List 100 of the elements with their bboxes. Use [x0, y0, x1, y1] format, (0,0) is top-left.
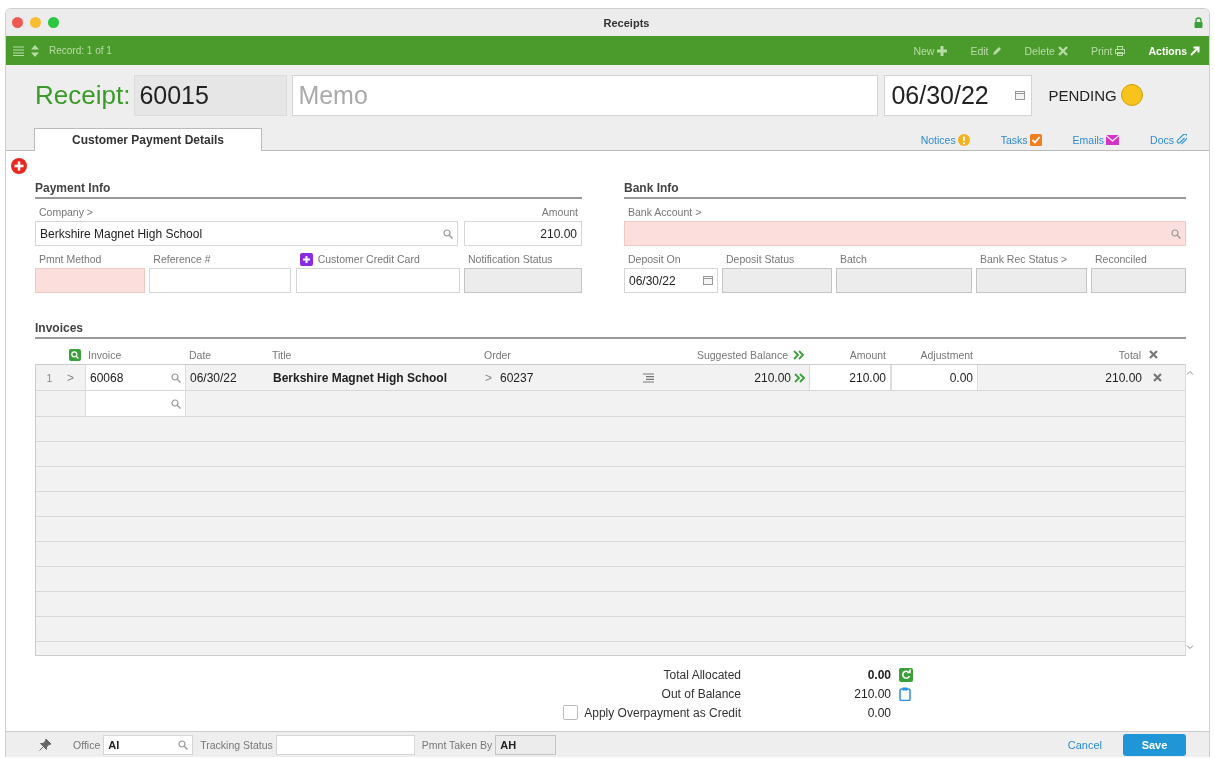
field-label: Amount: [541, 206, 578, 218]
input-field[interactable]: [1091, 268, 1186, 293]
save-button[interactable]: Save: [1123, 733, 1186, 756]
expand-arrow[interactable]: >: [63, 365, 85, 390]
total-label: Apply Overpayment as Credit: [584, 705, 741, 720]
input-field[interactable]: 210.00: [464, 221, 582, 246]
arrow-icon: [1190, 45, 1200, 56]
toolbar-button[interactable]: Actions: [1145, 44, 1203, 57]
window-title: Receipts: [602, 16, 651, 29]
pencil-icon: [991, 45, 1002, 56]
lookup-field[interactable]: [624, 221, 1186, 246]
record-counter: Record: 1 of 1: [49, 45, 112, 56]
row-number: 1: [45, 370, 54, 386]
lookup-field[interactable]: Berkshire Magnet High School: [35, 221, 458, 246]
link[interactable]: Notices: [920, 130, 970, 150]
calendar-icon: [1015, 90, 1026, 100]
pin-icon: [39, 738, 51, 751]
status-indicator: [1120, 84, 1143, 106]
checkbox-icon: [1029, 134, 1042, 146]
field-label: Company >: [39, 206, 93, 218]
add-icon: [11, 158, 27, 174]
total-label: Total Allocated: [663, 667, 741, 682]
input-field[interactable]: [722, 268, 832, 293]
close-icon: [1149, 350, 1158, 359]
input-field[interactable]: [464, 268, 582, 293]
field-label: Batch: [840, 253, 867, 265]
column-header: Suggested Balance: [696, 348, 788, 361]
input-field[interactable]: [976, 268, 1087, 293]
total-value: 0.00: [866, 705, 891, 720]
cross-icon: [1057, 45, 1068, 56]
input-field[interactable]: [35, 268, 145, 293]
lookup-field[interactable]: 60068: [85, 365, 186, 390]
total-label: Out of Balance: [661, 686, 741, 701]
field-label: Deposit Status: [726, 253, 795, 265]
field-label: Customer Credit Card: [317, 253, 420, 265]
input-field[interactable]: 210.00: [809, 365, 891, 390]
lock-icon: [1194, 17, 1203, 28]
section-heading: Invoices: [35, 321, 1186, 339]
double-chevron-icon: [793, 349, 804, 360]
field-label: Reference #: [153, 253, 211, 265]
printer-icon: [1115, 45, 1126, 56]
plus-icon: [937, 45, 948, 56]
search-icon: [443, 228, 453, 239]
clipboard-icon: [899, 686, 911, 701]
tab[interactable]: Customer Payment Details: [34, 128, 262, 151]
window-control-button[interactable]: [12, 17, 23, 28]
column-header: Amount: [849, 348, 886, 361]
checkbox[interactable]: [563, 705, 579, 720]
refresh-icon: [899, 667, 913, 682]
warning-icon: [957, 134, 970, 146]
input-field[interactable]: 0.00: [891, 365, 978, 390]
input-field[interactable]: [295, 268, 460, 293]
memo-field[interactable]: Memo: [292, 74, 879, 116]
table-cell-text: 06/30/22: [189, 369, 238, 387]
field-label: Deposit On: [628, 253, 681, 265]
plus-icon: [299, 252, 313, 266]
section-heading: Bank Info: [624, 181, 1186, 199]
status-label: PENDING: [1048, 86, 1117, 104]
list-icon: [643, 372, 654, 383]
search-icon: [69, 348, 81, 361]
receipt-number-field[interactable]: 60015: [134, 74, 288, 116]
total-value: 210.00: [853, 686, 891, 701]
section-heading: Payment Info: [35, 181, 582, 199]
field-label: Pmnt Taken By: [421, 738, 493, 751]
double-chevron-icon: [794, 372, 805, 383]
date-field[interactable]: 06/30/22: [624, 268, 718, 293]
calendar-icon: [703, 276, 713, 285]
envelope-icon: [1106, 134, 1120, 146]
cancel-button[interactable]: Cancel: [1061, 737, 1108, 752]
column-header: Adjustment: [920, 348, 973, 361]
field-label: Bank Rec Status >: [980, 253, 1068, 265]
date-field[interactable]: 06/30/22: [884, 74, 1033, 116]
lookup-field[interactable]: AI: [103, 734, 194, 755]
receipt-label: Receipt:: [35, 79, 131, 111]
total-value: 0.00: [866, 667, 891, 682]
input-field[interactable]: AH: [495, 734, 557, 755]
column-header: Date: [189, 348, 212, 361]
table-cell: 60237: [500, 370, 534, 385]
column-header: Total: [1118, 348, 1141, 361]
field-label: Pmnt Method: [39, 253, 102, 265]
column-header: Title: [272, 348, 292, 361]
column-header: Invoice: [88, 348, 122, 361]
lookup-field[interactable]: [85, 391, 186, 416]
window-control-button[interactable]: [48, 17, 59, 28]
input-field[interactable]: [836, 268, 972, 293]
input-field[interactable]: [149, 268, 292, 293]
table-cell-text: 210.00: [1104, 369, 1143, 387]
link-arrow[interactable]: >: [485, 370, 492, 385]
field-label: Notification Status: [468, 253, 553, 265]
up-down-arrows-icon: [31, 44, 39, 57]
menu-icon: [13, 45, 24, 56]
table-cell: 210.00: [754, 370, 791, 385]
search-icon: [171, 372, 181, 383]
link[interactable]: Tasks: [1000, 130, 1042, 150]
window-control-button[interactable]: [30, 17, 41, 28]
search-icon: [171, 398, 181, 409]
close-icon: [1153, 373, 1162, 382]
input-field[interactable]: [275, 734, 415, 755]
link[interactable]: Docs: [1150, 130, 1187, 150]
link[interactable]: Emails: [1072, 130, 1120, 150]
